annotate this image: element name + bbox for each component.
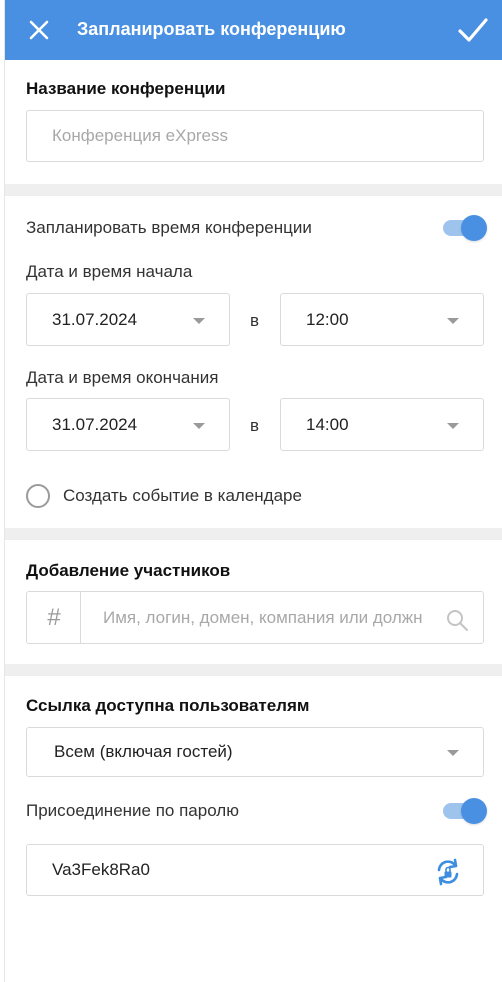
- hash-icon[interactable]: #: [27, 592, 81, 643]
- page-title: Запланировать конференцию: [77, 19, 346, 39]
- start-date-select[interactable]: 31.07.2024: [26, 293, 230, 346]
- end-date-value: 31.07.2024: [52, 414, 138, 434]
- link-access-value: Всем (включая гостей): [54, 742, 233, 761]
- conference-name-heading: Название конференции: [26, 79, 226, 98]
- chevron-down-icon: [447, 750, 459, 756]
- section-divider: [5, 528, 502, 540]
- start-time-select[interactable]: 12:00: [280, 293, 484, 346]
- start-date-value: 31.07.2024: [52, 309, 138, 329]
- toggle-knob: [461, 798, 487, 824]
- schedule-conference-screen: Запланировать конференцию Название конфе…: [4, 0, 502, 982]
- checkmark-icon[interactable]: [457, 14, 489, 46]
- schedule-toggle[interactable]: [443, 215, 487, 241]
- link-access-heading: Ссылка доступна пользователям: [26, 696, 310, 715]
- participants-heading: Добавление участников: [26, 561, 231, 580]
- search-icon: [447, 610, 468, 631]
- section-divider: [5, 184, 502, 196]
- start-time-value: 12:00: [306, 309, 349, 329]
- end-time-select[interactable]: 14:00: [280, 398, 484, 451]
- participant-search-input[interactable]: Имя, логин, домен, компания или должн: [81, 592, 435, 643]
- close-icon[interactable]: [25, 16, 53, 44]
- schedule-toggle-label: Запланировать время конференции: [26, 218, 312, 237]
- section-divider: [5, 664, 502, 676]
- at-word: в: [250, 416, 260, 435]
- calendar-event-radio[interactable]: [26, 484, 50, 508]
- refresh-password-icon[interactable]: [433, 857, 463, 887]
- participant-search-placeholder: Имя, логин, домен, компания или должн: [103, 607, 423, 627]
- end-datetime-label: Дата и время окончания: [26, 368, 219, 387]
- conference-name-placeholder: Конференция eXpress: [52, 126, 229, 145]
- chevron-down-icon: [193, 422, 205, 429]
- app-header: Запланировать конференцию: [5, 0, 502, 60]
- password-toggle-label: Присоединение по паролю: [26, 801, 239, 820]
- at-word: в: [250, 311, 260, 330]
- password-field[interactable]: Va3Fek8Ra0: [26, 844, 484, 896]
- chevron-down-icon: [193, 317, 205, 324]
- password-toggle[interactable]: [443, 798, 487, 824]
- end-time-value: 14:00: [306, 414, 349, 434]
- conference-name-input[interactable]: Конференция eXpress: [26, 110, 484, 162]
- chevron-down-icon: [447, 317, 459, 324]
- password-value: Va3Fek8Ra0: [52, 860, 150, 879]
- participant-search-field[interactable]: # Имя, логин, домен, компания или должн: [26, 591, 484, 644]
- calendar-event-label[interactable]: Создать событие в календаре: [63, 486, 302, 506]
- end-date-select[interactable]: 31.07.2024: [26, 398, 230, 451]
- chevron-down-icon: [447, 422, 459, 429]
- link-access-select[interactable]: Всем (включая гостей): [26, 727, 484, 777]
- hash-symbol: #: [47, 603, 61, 631]
- toggle-knob: [461, 215, 487, 241]
- start-datetime-label: Дата и время начала: [26, 262, 193, 281]
